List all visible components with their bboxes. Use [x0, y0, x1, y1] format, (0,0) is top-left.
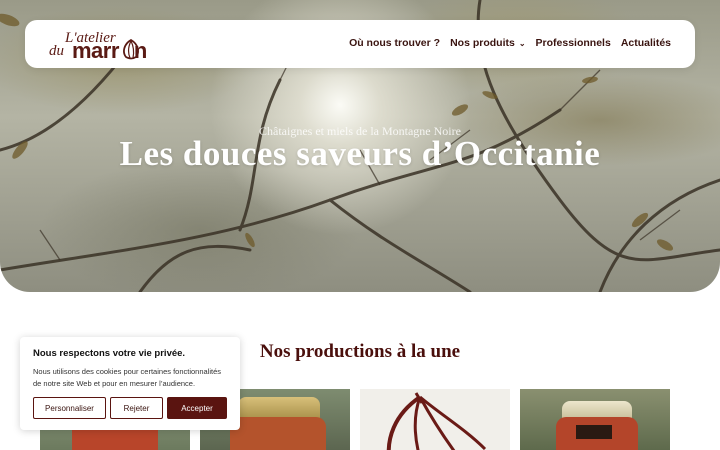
nav-label: Où nous trouver ?: [349, 37, 441, 49]
jar-lid-image: [238, 397, 320, 419]
jar-label-image: [576, 425, 612, 439]
chestnut-logo-image: [386, 392, 487, 450]
nav-item-news[interactable]: Actualités: [621, 37, 671, 49]
chestnut-icon: [123, 38, 139, 60]
nav-label: Nos produits: [450, 37, 515, 49]
nav-item-products[interactable]: Nos produits ⌄: [450, 37, 525, 49]
chevron-down-icon: ⌄: [518, 38, 526, 48]
cookie-consent-banner: Nous respectons votre vie privée. Nous u…: [20, 337, 240, 430]
nav-item-where-to-find-us[interactable]: Où nous trouver ?: [349, 37, 440, 49]
main-nav: Où nous trouver ? Nos produits ⌄ Professi…: [349, 37, 671, 49]
hero-title: Les douces saveurs d’Occitanie: [119, 134, 601, 173]
accept-button[interactable]: Accepter: [167, 397, 227, 419]
nav-label: Actualités: [620, 37, 671, 49]
cookie-title: Nous respectons votre vie privée.: [33, 348, 186, 359]
nav-label: Professionnels: [535, 37, 611, 49]
nav-item-professionals[interactable]: Professionnels: [536, 37, 611, 49]
site-header: L'atelier du marr n Où nous trouver ? Nos…: [25, 20, 695, 68]
reject-button[interactable]: Rejeter: [110, 397, 163, 419]
cookie-buttons: Personnaliser Rejeter Accepter: [33, 397, 227, 419]
logo-text-du: du: [49, 43, 64, 59]
customize-button[interactable]: Personnaliser: [33, 397, 106, 419]
jar-image: [230, 417, 326, 450]
product-card[interactable]: [520, 389, 670, 450]
site-logo[interactable]: L'atelier du marr n: [47, 26, 167, 64]
product-card[interactable]: [360, 389, 510, 450]
cookie-description: Nous utilisons des cookies pour certaine…: [33, 367, 222, 388]
